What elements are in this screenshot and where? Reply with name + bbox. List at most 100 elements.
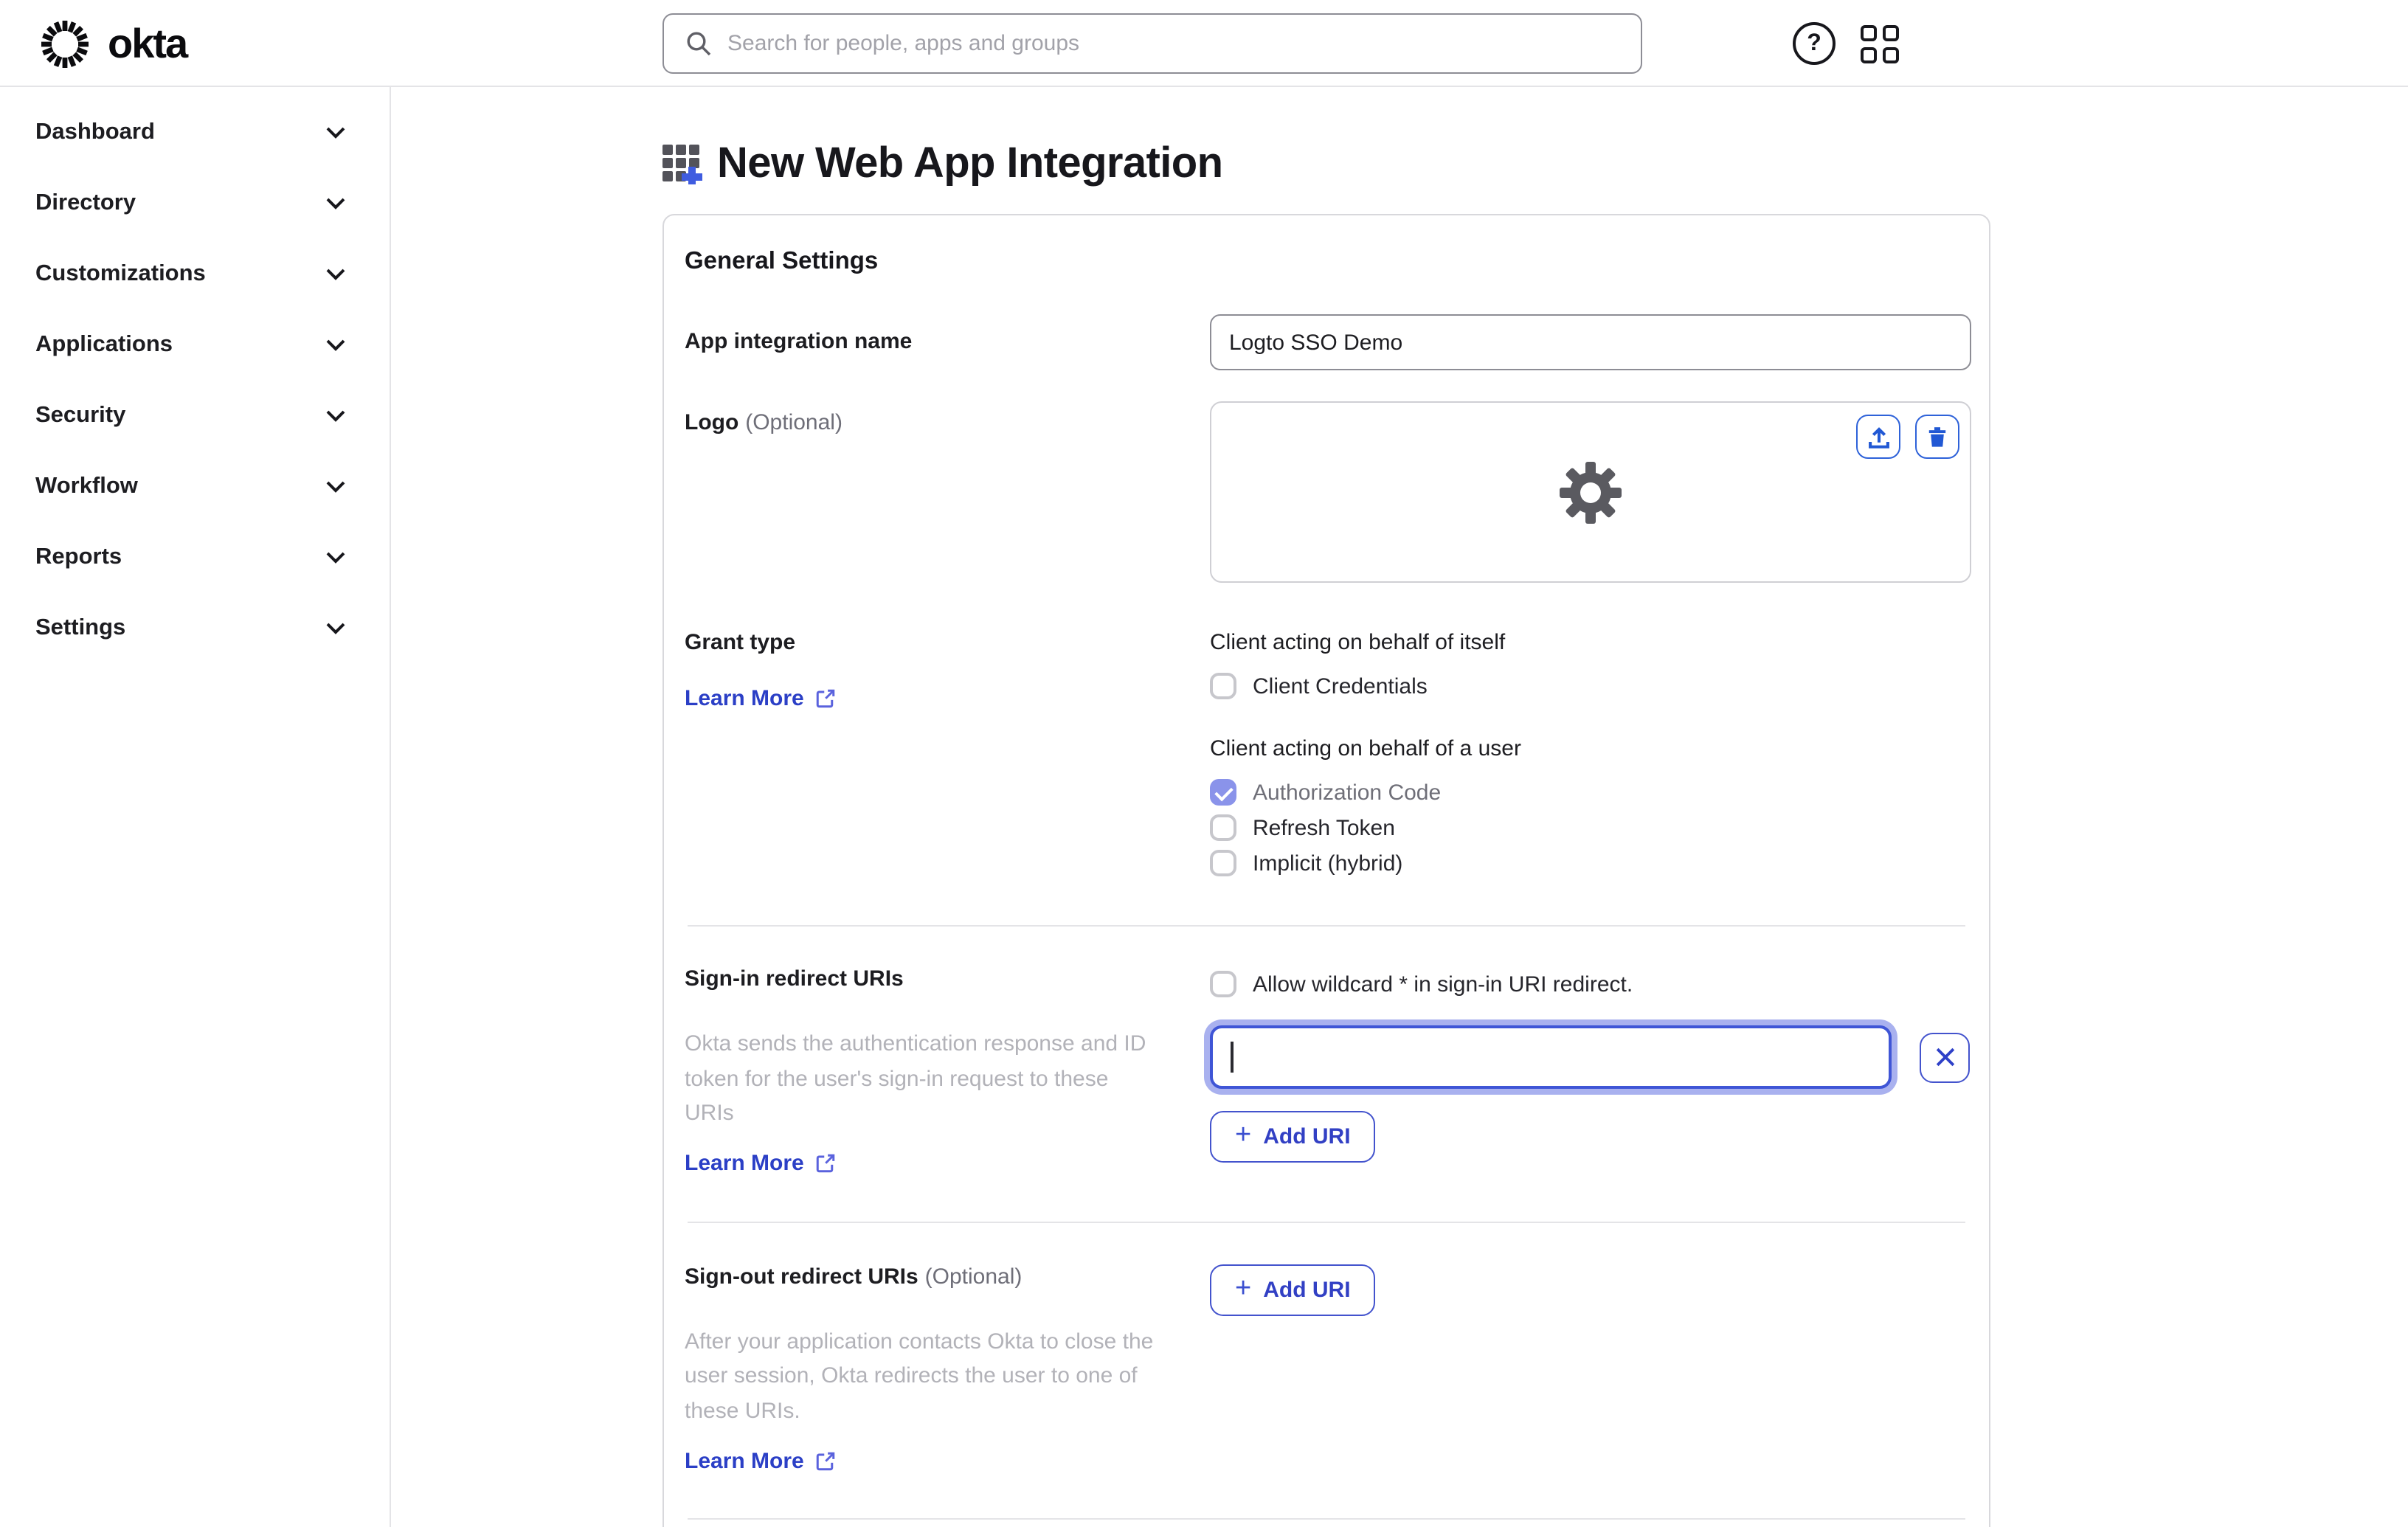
signout-redirect-label: Sign-out redirect URIs xyxy=(685,1264,918,1289)
checkbox-label: Allow wildcard * in sign-in URI redirect… xyxy=(1253,972,1633,997)
gear-icon xyxy=(1560,461,1622,523)
signin-learn-more-link[interactable]: Learn More xyxy=(685,1150,837,1175)
external-link-icon xyxy=(816,1153,834,1172)
grid-square xyxy=(1883,25,1899,41)
sidebar-item-label: Security xyxy=(35,403,126,428)
app-name-row: App integration name xyxy=(685,314,1971,370)
signout-add-uri-button[interactable]: + Add URI xyxy=(1210,1264,1376,1315)
grid-square xyxy=(1861,25,1877,41)
grant-group-self-label: Client acting on behalf of itself xyxy=(1210,630,1506,655)
close-icon xyxy=(1935,1048,1954,1067)
grant-option-authorization-code: Authorization Code xyxy=(1210,775,1968,810)
sidebar-item-settings[interactable]: Settings xyxy=(0,593,390,664)
okta-sunburst-icon xyxy=(41,21,89,68)
app-name-label: App integration name xyxy=(685,329,913,354)
signout-redirect-description: After your application contacts Okta to … xyxy=(685,1329,1154,1423)
grant-group-user-label: Client acting on behalf of a user xyxy=(1210,736,1521,761)
signin-redirect-description: Okta sends the authentication response a… xyxy=(685,1031,1146,1126)
logo-label: Logo xyxy=(685,410,739,435)
add-uri-label: Add URI xyxy=(1263,1277,1351,1302)
signin-uri-line xyxy=(1210,1025,1970,1089)
app-grid-icon[interactable] xyxy=(1861,25,1899,63)
signin-redirect-label: Sign-in redirect URIs xyxy=(685,966,904,991)
sidebar-item-label: Applications xyxy=(35,332,173,357)
implicit-hybrid-checkbox[interactable] xyxy=(1210,850,1236,876)
grant-option-client-credentials: Client Credentials xyxy=(1210,668,1968,704)
grant-type-row: Grant type Learn More Client acting on b… xyxy=(685,630,1968,881)
wildcard-option-row: Allow wildcard * in sign-in URI redirect… xyxy=(1210,966,1970,1002)
grant-option-implicit-hybrid: Implicit (hybrid) xyxy=(1210,845,1968,881)
grant-type-learn-more-link[interactable]: Learn More xyxy=(685,686,837,711)
chevron-down-icon xyxy=(326,623,345,634)
main-content: New Web App Integration General Settings… xyxy=(391,87,2408,1527)
grant-type-label: Grant type xyxy=(685,630,796,655)
brand-wordmark: okta xyxy=(108,21,188,66)
sidebar-item-workflow[interactable]: Workflow xyxy=(0,451,390,522)
grant-option-refresh-token: Refresh Token xyxy=(1210,810,1968,845)
upload-icon xyxy=(1868,426,1889,448)
external-link-icon xyxy=(816,1452,834,1471)
general-settings-card: General Settings App integration name Lo… xyxy=(662,214,1990,1527)
upload-logo-button[interactable] xyxy=(1856,415,1900,459)
signin-redirect-row: Sign-in redirect URIs Okta sends the aut… xyxy=(685,966,1970,1177)
divider xyxy=(688,925,1965,927)
sidebar-item-reports[interactable]: Reports xyxy=(0,522,390,593)
checkbox-label: Implicit (hybrid) xyxy=(1253,851,1403,876)
signin-add-uri-button[interactable]: + Add URI xyxy=(1210,1111,1376,1163)
okta-logo[interactable]: okta xyxy=(35,15,188,74)
text-caret xyxy=(1231,1042,1233,1073)
learn-more-label: Learn More xyxy=(685,1449,804,1474)
sidebar-item-label: Customizations xyxy=(35,261,206,286)
chevron-down-icon xyxy=(326,127,345,139)
grid-square xyxy=(1861,47,1877,63)
page-title-row: New Web App Integration xyxy=(662,140,1223,189)
chevron-down-icon xyxy=(326,269,345,280)
plus-icon: + xyxy=(1235,1120,1252,1151)
chevron-down-icon xyxy=(326,481,345,493)
divider xyxy=(688,1221,1965,1222)
authorization-code-checkbox[interactable] xyxy=(1210,779,1236,806)
plus-icon: + xyxy=(1235,1272,1252,1303)
sidebar-item-directory[interactable]: Directory xyxy=(0,168,390,239)
delete-logo-button[interactable] xyxy=(1915,415,1959,459)
sidebar-item-applications[interactable]: Applications xyxy=(0,310,390,381)
grid-square xyxy=(1883,47,1899,63)
logo-optional-label: (Optional) xyxy=(745,410,843,435)
remove-uri-button[interactable] xyxy=(1920,1032,1970,1082)
wildcard-checkbox[interactable] xyxy=(1210,971,1236,997)
checkbox-label: Client Credentials xyxy=(1253,674,1428,699)
trash-icon xyxy=(1928,427,1946,447)
chevron-down-icon xyxy=(326,552,345,564)
checkbox-label: Authorization Code xyxy=(1253,780,1442,805)
logo-actions xyxy=(1856,415,1959,459)
chevron-down-icon xyxy=(326,339,345,351)
sidebar-item-customizations[interactable]: Customizations xyxy=(0,239,390,310)
search-input[interactable] xyxy=(727,31,1620,56)
add-uri-label: Add URI xyxy=(1263,1124,1351,1149)
okta-admin-window: okta ? Dashboard Directory Customiz xyxy=(0,0,2408,1527)
search-icon xyxy=(687,32,711,56)
signout-redirect-row: Sign-out redirect URIs (Optional) After … xyxy=(685,1264,1968,1475)
chevron-down-icon xyxy=(326,410,345,422)
logo-preview-box xyxy=(1210,401,1971,583)
client-credentials-checkbox[interactable] xyxy=(1210,673,1236,699)
sidebar-item-dashboard[interactable]: Dashboard xyxy=(0,97,390,168)
help-icon[interactable]: ? xyxy=(1793,22,1836,65)
signout-learn-more-link[interactable]: Learn More xyxy=(685,1449,837,1474)
page-title: New Web App Integration xyxy=(717,140,1223,187)
sidebar-item-security[interactable]: Security xyxy=(0,381,390,451)
sidebar-item-label: Workflow xyxy=(35,474,138,499)
section-title-general-settings: General Settings xyxy=(685,248,879,274)
sidebar-item-label: Dashboard xyxy=(35,120,155,145)
signout-optional-label: (Optional) xyxy=(924,1264,1023,1289)
top-header: okta ? xyxy=(0,0,2408,87)
signin-uri-input[interactable] xyxy=(1210,1025,1892,1089)
checkbox-label: Refresh Token xyxy=(1253,815,1395,840)
logo-row: Logo (Optional) xyxy=(685,401,1971,583)
global-search[interactable] xyxy=(662,13,1642,74)
new-app-grid-plus-icon xyxy=(662,145,702,184)
sidebar-nav: Dashboard Directory Customizations Appli… xyxy=(0,87,391,1527)
learn-more-label: Learn More xyxy=(685,1150,804,1175)
refresh-token-checkbox[interactable] xyxy=(1210,814,1236,841)
app-name-input[interactable] xyxy=(1210,314,1971,370)
